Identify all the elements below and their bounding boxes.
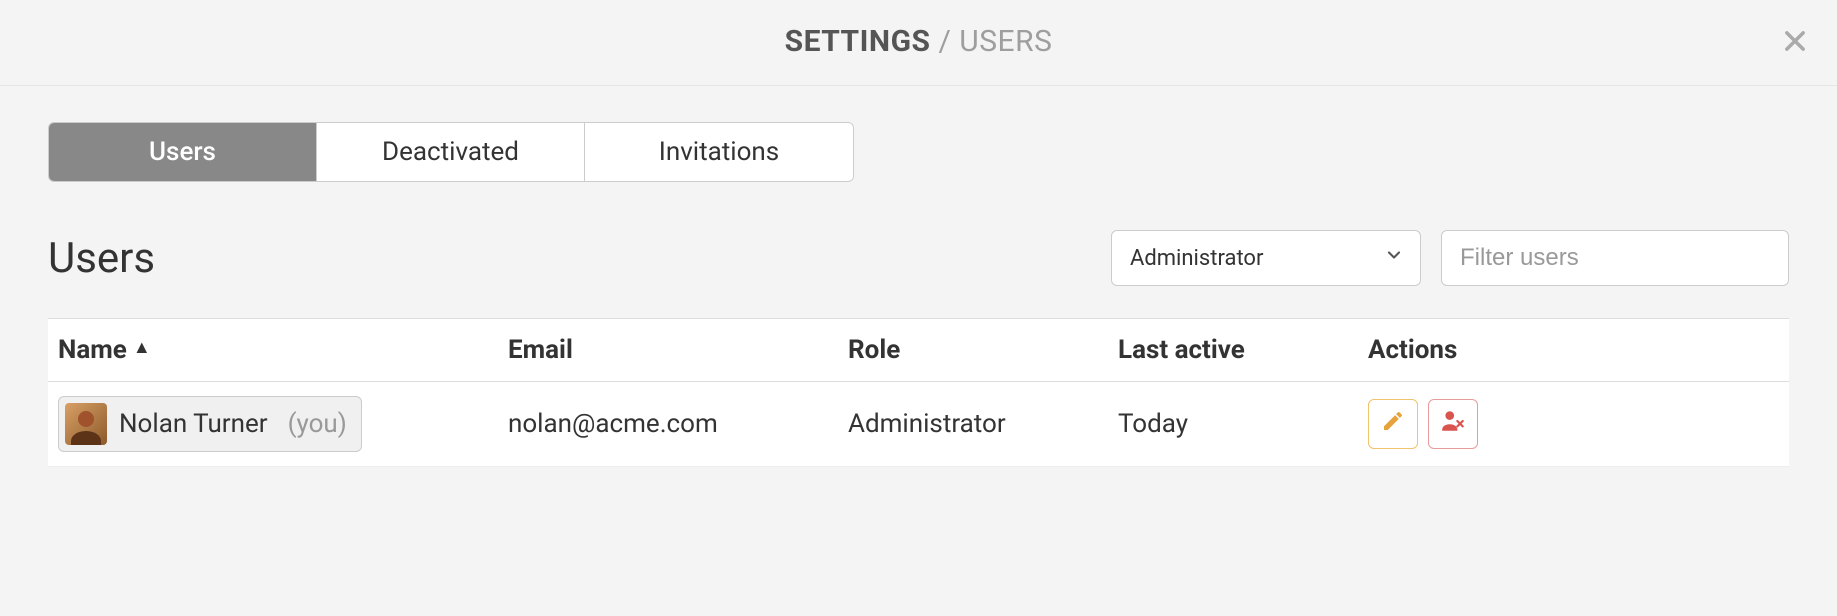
column-header-name-label: Name [58, 335, 127, 365]
content-area: Users Deactivated Invitations Users Admi… [0, 86, 1837, 491]
close-icon[interactable] [1781, 25, 1809, 61]
column-header-last-active[interactable]: Last active [1118, 335, 1368, 365]
page-header: SETTINGS / USERS [0, 0, 1837, 86]
filter-users-input[interactable] [1441, 230, 1789, 286]
users-table: Name ▲ Email Role Last active Actions No… [48, 318, 1789, 467]
tab-bar: Users Deactivated Invitations [48, 122, 854, 182]
column-header-name[interactable]: Name ▲ [58, 335, 508, 365]
user-email: nolan@acme.com [508, 409, 848, 439]
breadcrumb-current: USERS [959, 24, 1052, 59]
column-header-actions: Actions [1368, 335, 1779, 365]
breadcrumb-root[interactable]: SETTINGS [785, 24, 931, 59]
role-filter-select[interactable]: Administrator [1111, 230, 1421, 286]
user-chip[interactable]: Nolan Turner (you) [58, 396, 362, 452]
role-filter-value: Administrator [1130, 246, 1263, 271]
user-last-active: Today [1118, 409, 1368, 439]
pencil-icon [1381, 409, 1405, 440]
section-title: Users [48, 234, 155, 283]
chevron-down-icon [1384, 245, 1404, 271]
sort-asc-icon: ▲ [133, 339, 151, 357]
user-remove-icon [1440, 408, 1466, 441]
column-header-email[interactable]: Email [508, 335, 848, 365]
tab-deactivated[interactable]: Deactivated [317, 123, 585, 181]
tab-invitations[interactable]: Invitations [585, 123, 853, 181]
toolbar: Users Administrator [48, 230, 1789, 286]
edit-user-button[interactable] [1368, 399, 1418, 449]
remove-user-button[interactable] [1428, 399, 1478, 449]
you-tag: (you) [288, 409, 347, 439]
table-row: Nolan Turner (you) nolan@acme.com Admini… [48, 382, 1789, 467]
breadcrumb: SETTINGS / USERS [785, 24, 1053, 59]
toolbar-controls: Administrator [1111, 230, 1789, 286]
tab-users[interactable]: Users [49, 123, 317, 181]
user-name: Nolan Turner [119, 409, 268, 439]
column-header-role[interactable]: Role [848, 335, 1118, 365]
avatar [65, 403, 107, 445]
breadcrumb-separator: / [931, 24, 960, 59]
table-header: Name ▲ Email Role Last active Actions [48, 318, 1789, 382]
user-role: Administrator [848, 409, 1118, 439]
